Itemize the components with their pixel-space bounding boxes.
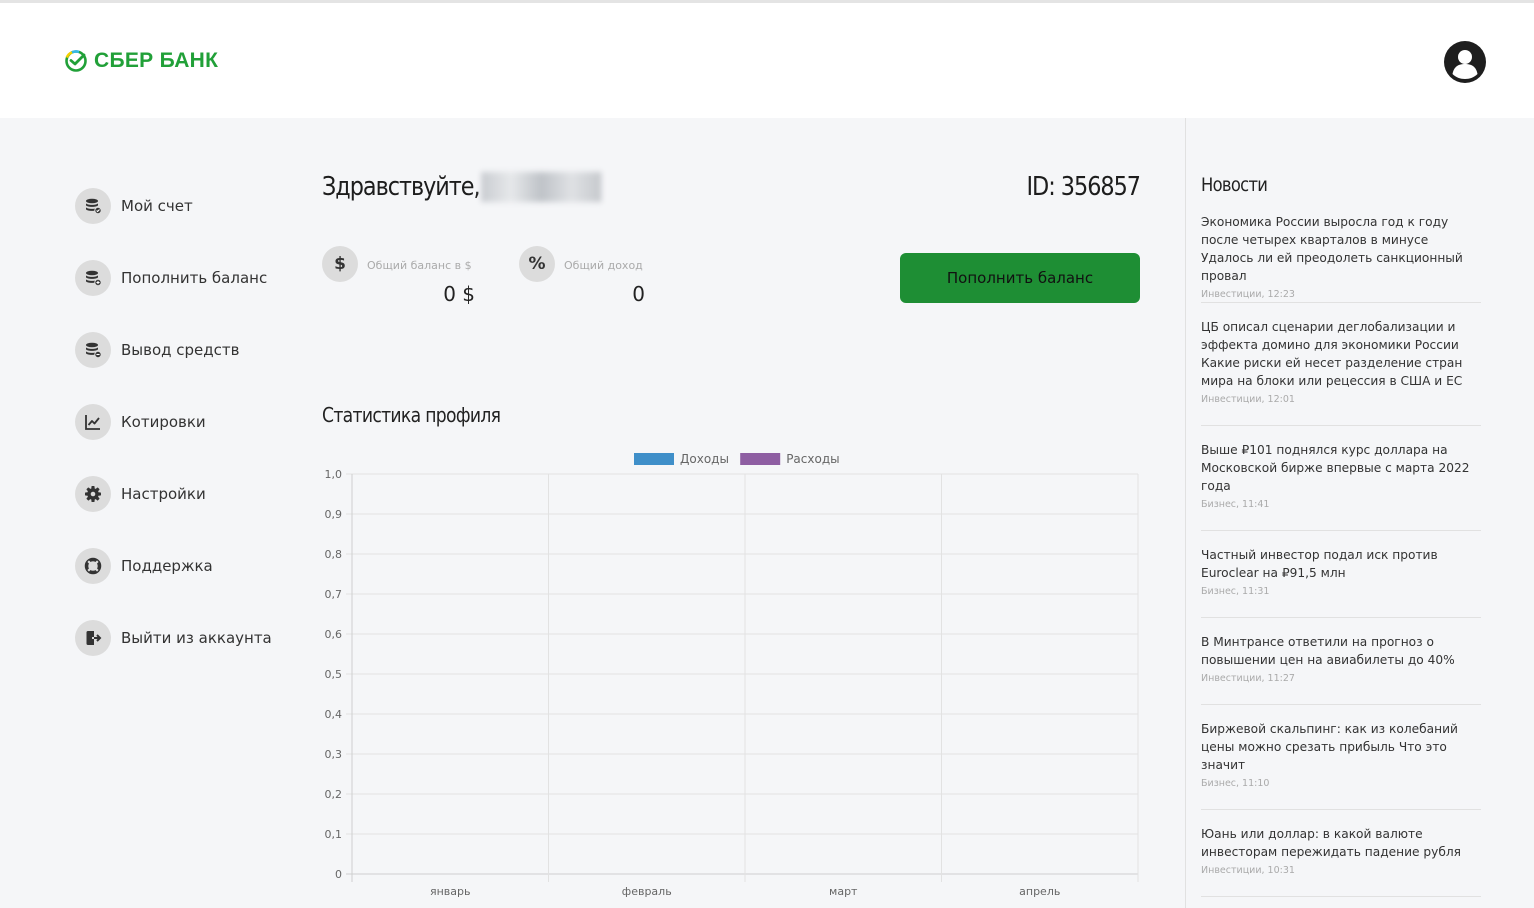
greeting-text: Здравствуйте,	[322, 172, 481, 202]
news-meta: Инвестиции, 10:31	[1201, 865, 1295, 876]
news-headline: Частный инвестор подал иск против Eurocl…	[1201, 548, 1438, 580]
news-headline: В Минтрансе ответили на прогноз о повыше…	[1201, 635, 1455, 667]
header: СБЕР БАНК	[0, 3, 1534, 118]
y-tick-label: 0,9	[325, 508, 343, 521]
news-headline: Выше ₽101 поднялся курс доллара на Моско…	[1201, 443, 1470, 493]
coins-plus-icon	[75, 260, 111, 296]
sidebar-item-label: Вывод средств	[121, 341, 240, 359]
news-headline: ЦБ описал сценарии деглобализации и эффе…	[1201, 320, 1463, 388]
y-tick-label: 0,5	[325, 668, 343, 681]
brand-name: СБЕР БАНК	[94, 49, 219, 72]
news-headline: Юань или доллар: в какой валюте инвестор…	[1201, 827, 1461, 859]
news-item[interactable]: Частный инвестор подал иск против Eurocl…	[1201, 546, 1481, 618]
legend-label: Доходы	[680, 452, 729, 466]
y-tick-label: 0,1	[325, 828, 343, 841]
news-item[interactable]: Биржевой скальпинг: как из колебаний цен…	[1201, 720, 1481, 810]
sidebar-item-support[interactable]: Поддержка	[75, 548, 295, 584]
percent-icon: %	[519, 246, 555, 282]
sidebar-item-quotes[interactable]: Котировки	[75, 404, 295, 440]
y-tick-label: 1,0	[325, 468, 343, 481]
news-panel: Новости Экономика России выросла год к г…	[1185, 118, 1534, 908]
legend-swatch	[740, 453, 781, 465]
news-title: Новости	[1201, 174, 1268, 196]
profile-stats-chart: 0 0,1 0,2 0,3 0,4 0,5 0,6 0,7 0,8 0,9 1,0 январь фев…	[325, 452, 1139, 898]
coins-icon	[75, 188, 111, 224]
avatar-silhouette	[1452, 50, 1478, 79]
brand-logo[interactable]: СБЕР БАНК	[64, 49, 218, 73]
user-avatar-icon[interactable]	[1444, 41, 1486, 83]
news-item[interactable]: В Минтрансе ответили на прогноз о повыше…	[1201, 633, 1481, 705]
news-meta: Инвестиции, 12:23	[1201, 289, 1295, 300]
total-balance-value: 0 $	[443, 282, 475, 306]
sidebar-item-settings[interactable]: Настройки	[75, 476, 295, 512]
y-tick-label: 0,6	[325, 628, 343, 641]
sidebar-item-label: Котировки	[121, 413, 206, 431]
dollar-icon: $	[322, 246, 358, 282]
lifebuoy-icon	[75, 548, 111, 584]
sidebar-item-label: Мой счет	[121, 197, 193, 215]
news-headline: Биржевой скальпинг: как из колебаний цен…	[1201, 722, 1458, 772]
y-tick-label: 0,7	[325, 588, 343, 601]
news-meta: Инвестиции, 11:27	[1201, 673, 1295, 684]
x-tick-label: январь	[430, 885, 471, 898]
sidebar-item-label: Пополнить баланс	[121, 269, 268, 287]
news-item[interactable]: Выше ₽101 поднялся курс доллара на Моско…	[1201, 441, 1481, 531]
chart-line-icon	[75, 404, 111, 440]
logout-icon	[75, 620, 111, 656]
x-tick-label: март	[829, 885, 858, 898]
total-income-value: 0	[632, 282, 645, 306]
total-income: % Общий доход 0	[519, 246, 645, 306]
legend-swatch	[634, 453, 674, 465]
sidebar-item-top-up[interactable]: Пополнить баланс	[75, 260, 295, 296]
y-tick-label: 0,2	[325, 788, 343, 801]
x-tick-label: апрель	[1019, 885, 1060, 898]
total-balance-label: Общий баланс в $	[367, 259, 472, 272]
coins-minus-icon	[75, 332, 111, 368]
blurred-username	[481, 172, 602, 202]
y-tick-label: 0,4	[325, 708, 343, 721]
total-balance: $ Общий баланс в $ 0 $	[322, 246, 475, 306]
legend-label: Расходы	[786, 452, 839, 466]
sber-logo-icon	[65, 50, 87, 72]
greeting: Здравствуйте,	[322, 172, 602, 202]
news-item[interactable]: ЦБ описал сценарии деглобализации и эффе…	[1201, 318, 1481, 426]
sidebar-item-label: Поддержка	[121, 557, 213, 575]
x-tick-label: февраль	[622, 885, 672, 898]
news-meta: Бизнес, 11:41	[1201, 499, 1270, 510]
y-tick-label: 0,8	[325, 548, 343, 561]
sidebar-item-logout[interactable]: Выйти из аккаунта	[75, 620, 295, 656]
news-item[interactable]: Экономика России выросла год к году посл…	[1201, 213, 1481, 303]
news-meta: Инвестиции, 12:01	[1201, 394, 1295, 405]
news-item[interactable]: Юань или доллар: в какой валюте инвестор…	[1201, 825, 1481, 897]
sidebar-item-my-account[interactable]: Мой счет	[75, 188, 295, 224]
news-meta: Бизнес, 11:10	[1201, 778, 1270, 789]
news-meta: Бизнес, 11:31	[1201, 586, 1270, 597]
gear-icon	[75, 476, 111, 512]
news-headline: Экономика России выросла год к году посл…	[1201, 215, 1463, 283]
topup-balance-button[interactable]: Пополнить баланс	[900, 253, 1140, 303]
user-id: ID: 356857	[1026, 172, 1142, 202]
profile-stats-title: Статистика профиля	[322, 403, 501, 427]
total-income-label: Общий доход	[564, 259, 643, 272]
sidebar-item-label: Выйти из аккаунта	[121, 629, 272, 647]
y-tick-label: 0	[335, 868, 342, 881]
sidebar-item-label: Настройки	[121, 485, 206, 503]
y-tick-label: 0,3	[325, 748, 343, 761]
sidebar-item-withdraw[interactable]: Вывод средств	[75, 332, 295, 368]
